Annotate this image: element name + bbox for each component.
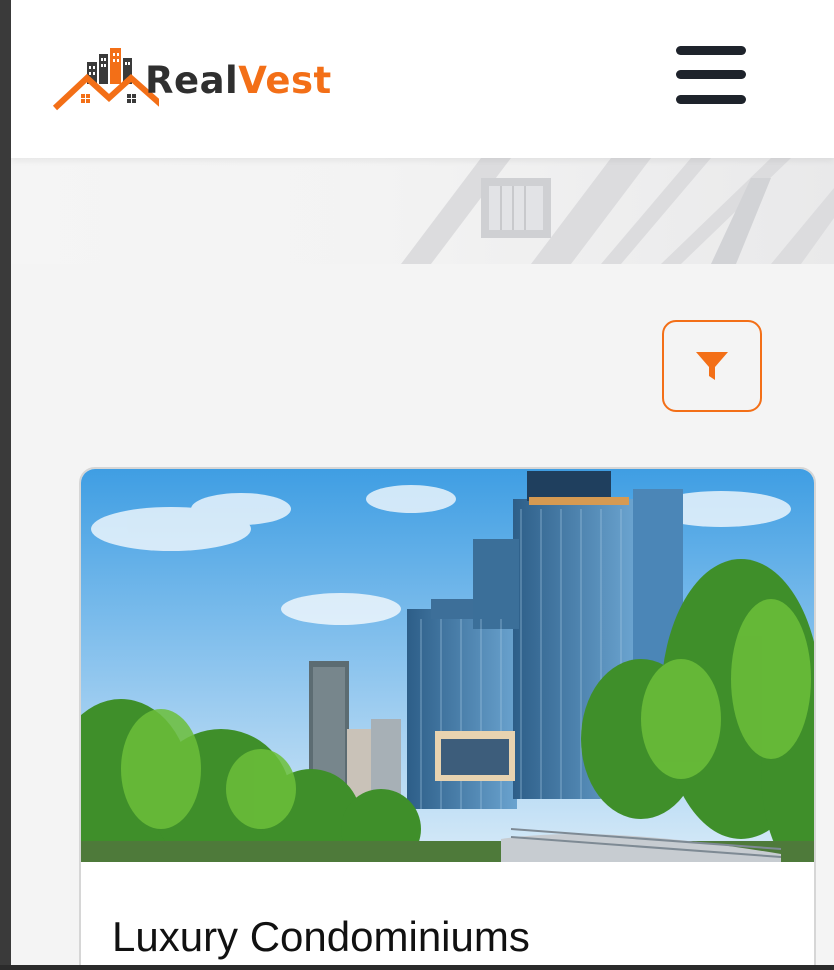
menu-bar bbox=[676, 46, 746, 55]
window-bottom-edge bbox=[0, 965, 834, 970]
logo-wordmark: RealVest bbox=[145, 59, 332, 102]
building-facade-image bbox=[11, 158, 834, 264]
listing-title[interactable]: Luxury Condominiums bbox=[112, 913, 530, 961]
hero-banner bbox=[11, 158, 834, 264]
house-buildings-logo-icon bbox=[52, 48, 159, 111]
logo-text-vest: Vest bbox=[238, 58, 332, 102]
hamburger-menu-icon[interactable] bbox=[676, 44, 746, 108]
menu-bar bbox=[676, 95, 746, 104]
logo-text-real: Real bbox=[145, 58, 239, 102]
logo[interactable]: RealVest bbox=[51, 44, 361, 114]
site-header: RealVest bbox=[11, 0, 834, 158]
funnel-filter-icon bbox=[696, 352, 728, 380]
filter-button[interactable] bbox=[662, 320, 762, 412]
page: RealVest Luxury Condominiums bbox=[11, 0, 834, 965]
listing-card[interactable]: Luxury Condominiums bbox=[79, 467, 816, 965]
menu-bar bbox=[676, 70, 746, 79]
city-skyscrapers-park-image bbox=[81, 469, 814, 862]
